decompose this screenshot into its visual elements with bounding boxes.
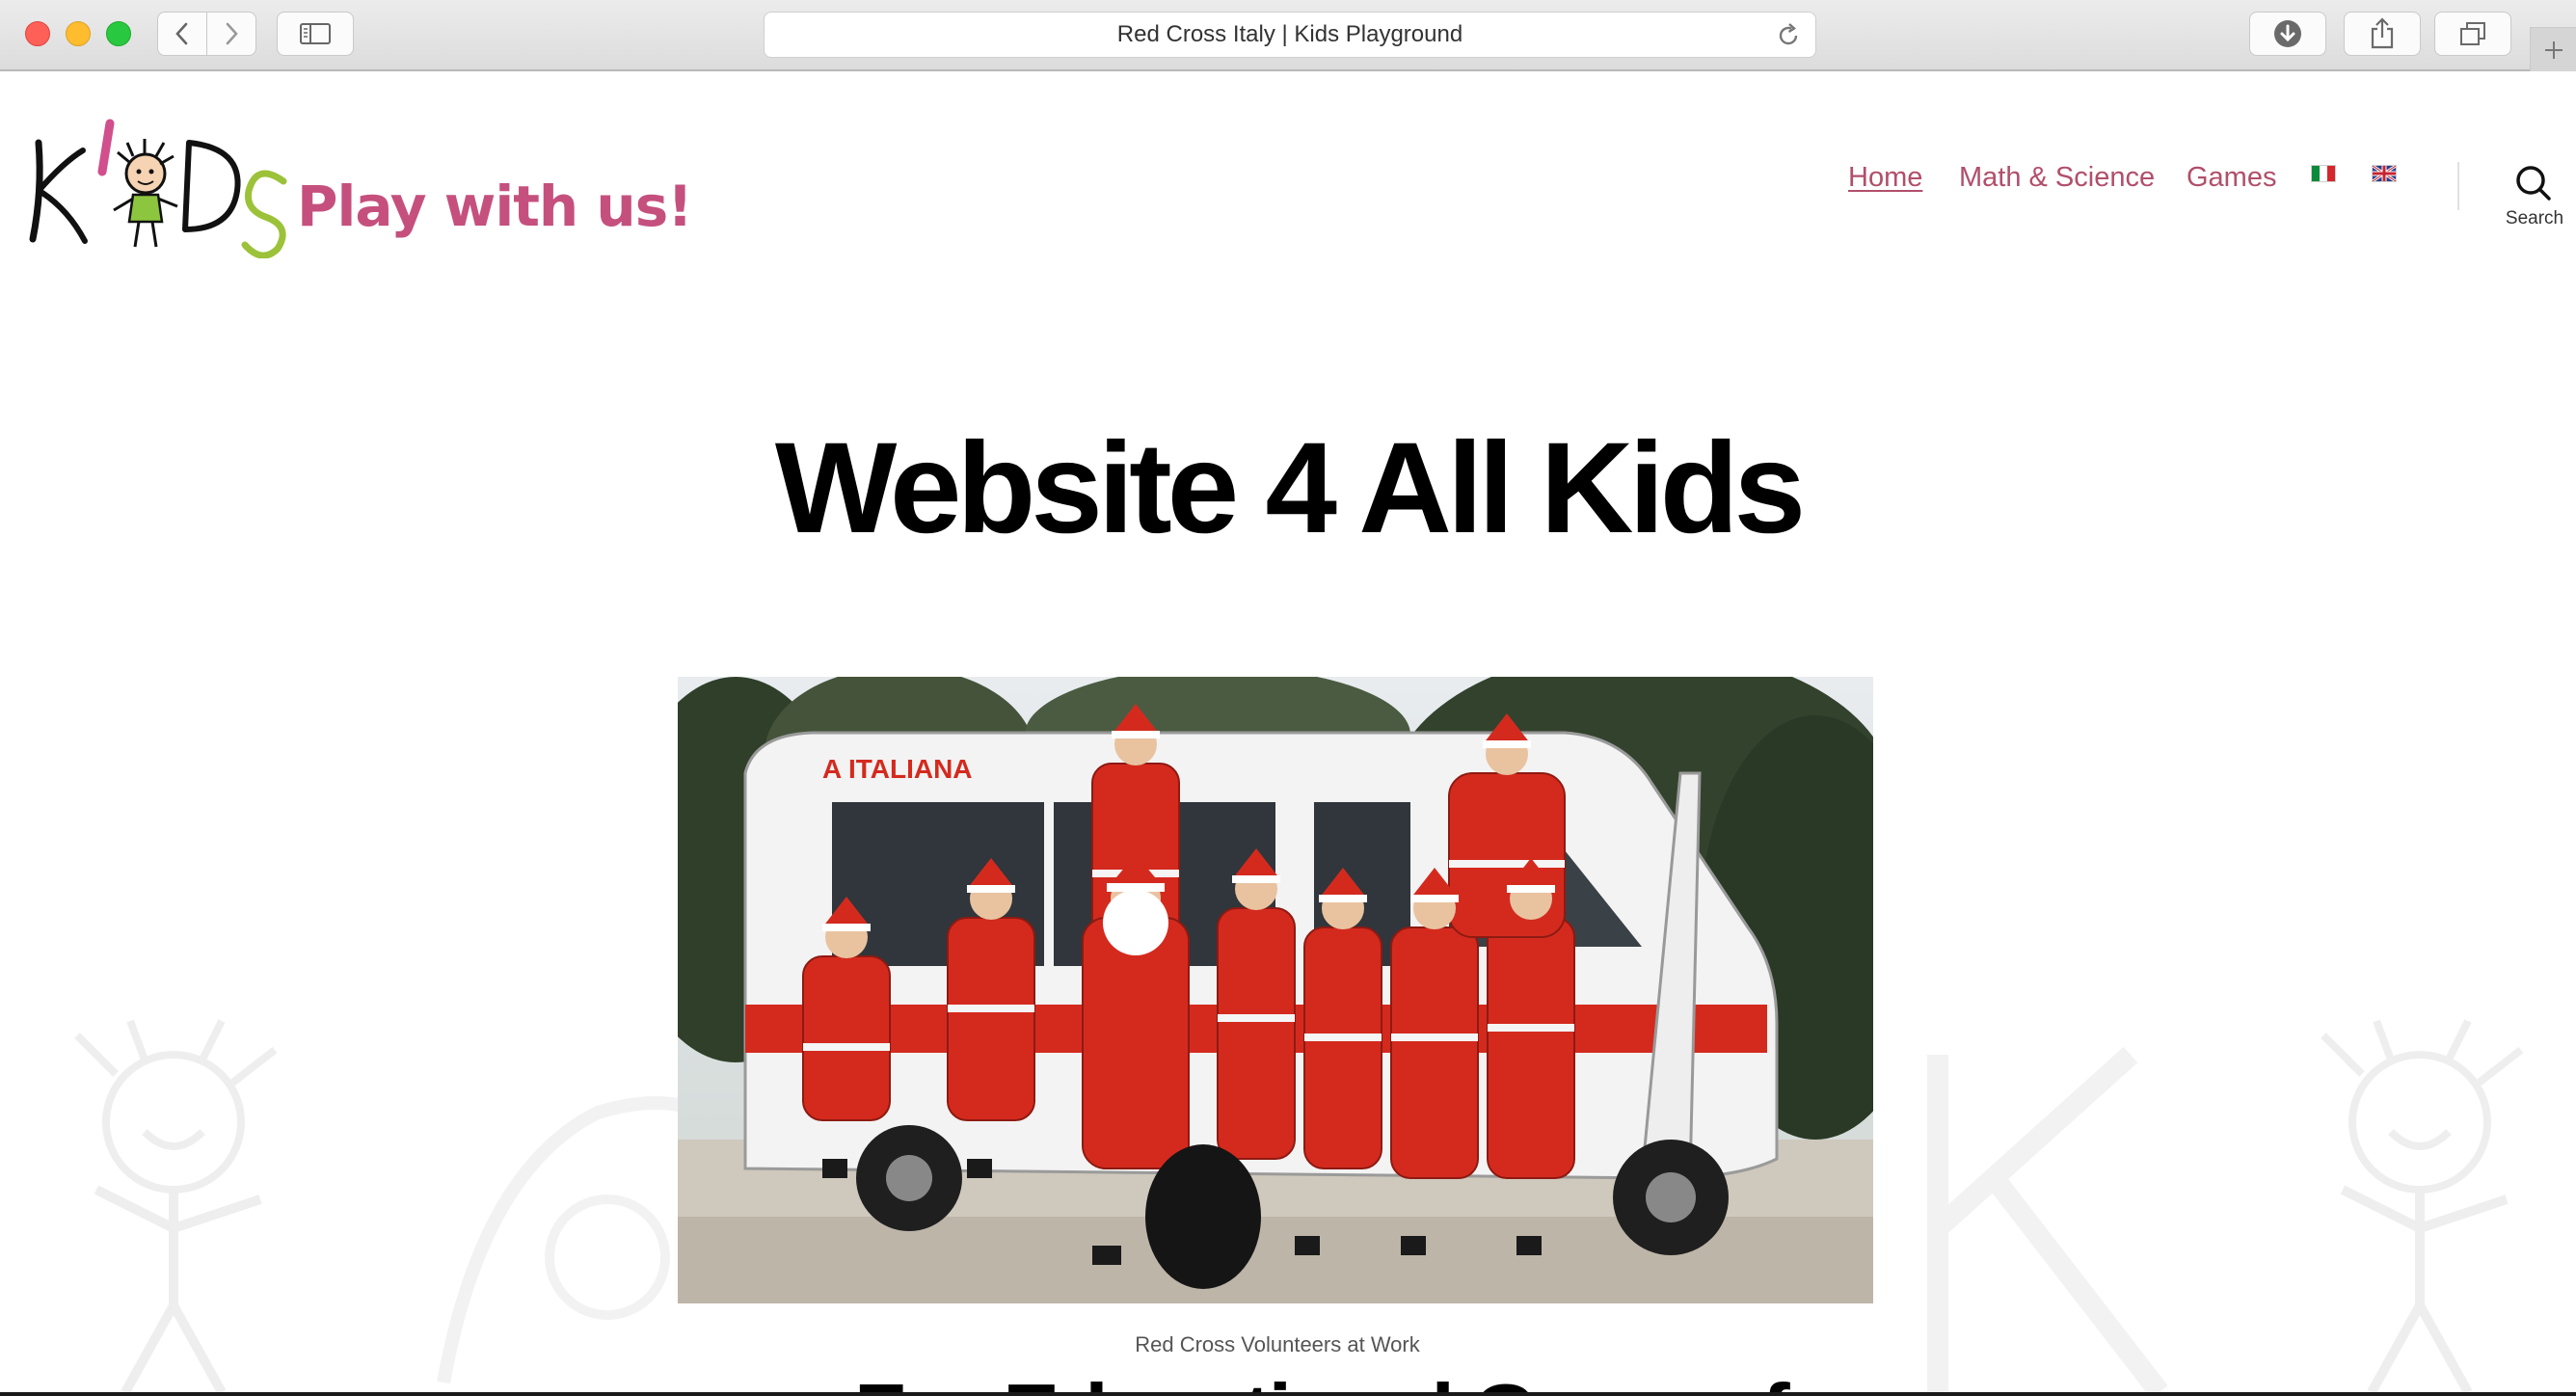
nav-home[interactable]: Home — [1848, 162, 1922, 194]
web-page: Play with us! Home Math & Science Games … — [0, 71, 2576, 1394]
back-icon — [175, 22, 188, 45]
nav-games[interactable]: Games — [2187, 162, 2276, 194]
search-label: Search — [2505, 208, 2564, 228]
back-button[interactable] — [157, 12, 207, 56]
show-tabs-button[interactable] — [2434, 12, 2511, 56]
reload-icon[interactable] — [1775, 22, 1802, 49]
hero-image: A ITALIANA — [678, 677, 1873, 1303]
nav-math-science[interactable]: Math & Science — [1959, 162, 2155, 194]
uk-flag-icon[interactable] — [2372, 165, 2397, 182]
section-heading-partial: For Educational Games for — [854, 1365, 1869, 1394]
downloads-button[interactable] — [2249, 12, 2326, 56]
hero-caption: Red Cross Volunteers at Work — [1135, 1332, 1420, 1356]
nav-divider — [2457, 162, 2459, 210]
tabs-icon — [2460, 22, 2485, 45]
close-window-button[interactable] — [25, 21, 50, 46]
browser-toolbar: Red Cross Italy | Kids Playground — [0, 0, 2576, 71]
sidebar-toggle-button[interactable] — [277, 12, 354, 56]
zoom-window-button[interactable] — [106, 21, 131, 46]
tab-title: Red Cross Italy | Kids Playground — [1116, 21, 1463, 47]
minimize-window-button[interactable] — [66, 21, 91, 46]
search-toggle-button[interactable]: Search — [2501, 164, 2564, 231]
share-icon — [2371, 17, 2394, 49]
share-button[interactable] — [2344, 12, 2421, 56]
page-title: Website 4 All Kids — [774, 416, 1806, 560]
search-icon — [2516, 166, 2551, 201]
new-tab-button[interactable] — [2530, 27, 2576, 71]
site-tagline: Play with us! — [297, 174, 693, 239]
sidebar-icon — [300, 23, 331, 44]
italian-flag-icon[interactable] — [2311, 165, 2336, 182]
van-lettering: A ITALIANA — [822, 754, 973, 784]
new-tab-icon — [2544, 40, 2563, 59]
forward-button[interactable] — [206, 12, 256, 56]
site-logo-link[interactable]: Play with us! — [25, 114, 693, 258]
kids-logo-icon — [29, 119, 287, 258]
download-icon — [2274, 20, 2301, 47]
address-bar[interactable]: Red Cross Italy | Kids Playground — [764, 12, 1816, 58]
forward-icon — [226, 22, 238, 45]
window-bottom-edge — [0, 1392, 2576, 1396]
